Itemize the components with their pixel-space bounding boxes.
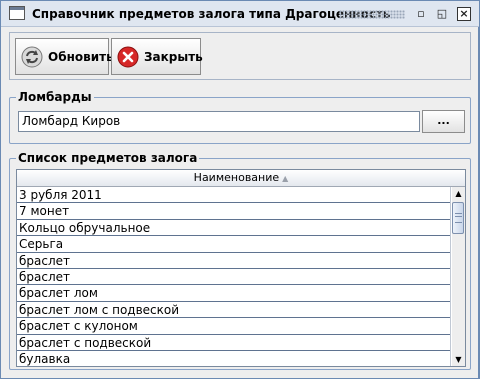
items-table: Наименование ▲ 3 рубля 2011 7 монет Кольц… [16, 169, 466, 367]
close-button[interactable]: Закрыть [111, 38, 203, 75]
refresh-icon [21, 46, 43, 67]
pawnshop-browse-button[interactable]: ... [422, 110, 465, 133]
sort-ascending-icon: ▲ [282, 174, 289, 183]
items-list-group: Список предметов залога Наименование ▲ 3 … [9, 151, 471, 370]
window-icon [9, 6, 25, 20]
pawnshop-field[interactable]: Ломбард Киров [18, 111, 420, 132]
refresh-button-label: Обновить [48, 49, 114, 64]
table-row[interactable]: браслет [17, 269, 450, 286]
minimize-icon[interactable]: ▫ [414, 7, 428, 21]
items-list-group-title: Список предметов залога [16, 151, 200, 165]
table-row[interactable]: 3 рубля 2011 [17, 187, 450, 204]
table-row[interactable]: булавка [17, 351, 450, 366]
table-body: 3 рубля 2011 7 монет Кольцо обручальное … [17, 187, 451, 366]
refresh-button[interactable]: Обновить [15, 38, 114, 75]
table-row[interactable]: браслет лом с подвеской [17, 302, 450, 319]
close-window-icon[interactable]: × [457, 7, 471, 21]
title-bar[interactable]: Справочник предметов залога типа Драгоце… [1, 1, 479, 27]
window: Справочник предметов залога типа Драгоце… [0, 0, 480, 379]
window-title: Справочник предметов залога типа Драгоце… [32, 7, 391, 21]
vertical-scrollbar[interactable]: ▲ ▼ [452, 187, 465, 366]
table-row[interactable]: браслет [17, 253, 450, 269]
pawnshops-group-title: Ломбарды [16, 90, 94, 104]
pawnshops-group: Ломбарды Ломбард Киров ... [9, 90, 471, 144]
table-row[interactable]: браслет лом [17, 285, 450, 302]
table-row[interactable]: 7 монет [17, 203, 450, 220]
maximize-icon[interactable]: ◱ [435, 7, 449, 21]
scroll-up-icon[interactable]: ▲ [452, 187, 465, 201]
scroll-down-icon[interactable]: ▼ [452, 353, 465, 366]
column-header-name[interactable]: Наименование ▲ [17, 170, 465, 187]
table-row[interactable]: браслет с подвеской [17, 335, 450, 351]
title-bar-grip [339, 10, 405, 19]
table-row[interactable]: Кольцо обручальное [17, 220, 450, 237]
toolbar: Обновить Закрыть [9, 32, 471, 80]
close-button-label: Закрыть [144, 49, 203, 64]
column-header-label: Наименование [193, 171, 280, 184]
table-row[interactable]: браслет с кулоном [17, 318, 450, 335]
table-row[interactable]: Серьга [17, 236, 450, 253]
scrollbar-thumb[interactable] [452, 202, 464, 234]
close-icon [117, 46, 139, 67]
